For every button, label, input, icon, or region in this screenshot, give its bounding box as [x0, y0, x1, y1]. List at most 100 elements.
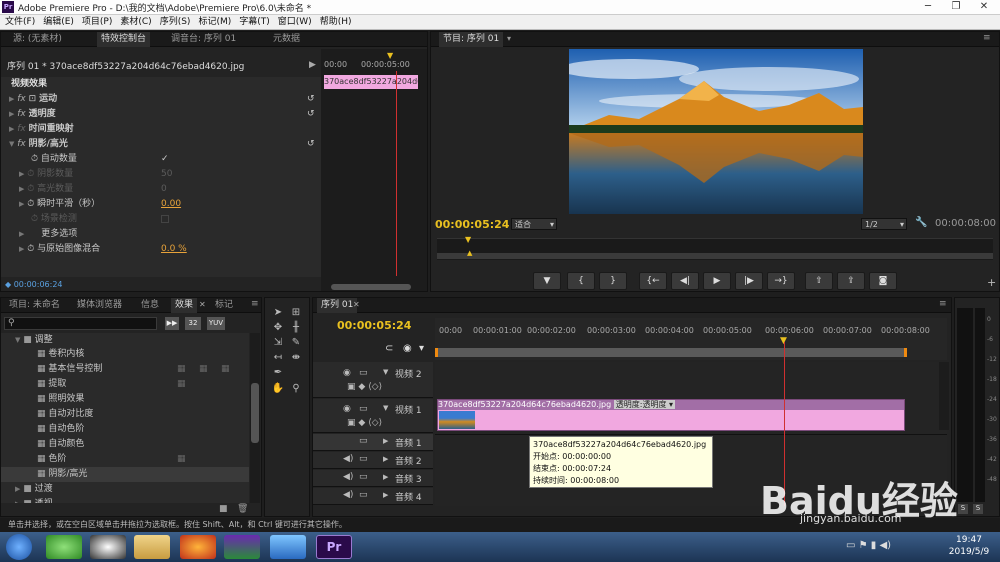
program-timecode[interactable]: 00:00:05:24	[435, 218, 509, 231]
mark-out-button[interactable]: }	[599, 272, 627, 290]
rolling-edit-tool-icon[interactable]: ╫	[289, 321, 303, 334]
tab-project[interactable]: 项目: 未命名	[5, 298, 64, 313]
delete-icon[interactable]: 🗑	[237, 504, 248, 514]
lock-icon[interactable]: ▭	[359, 404, 368, 414]
start-button-icon[interactable]	[6, 534, 32, 560]
mini-clip-block[interactable]: 370ace8df53227a204d64c76ebad4620.jpg	[324, 75, 418, 89]
list-item[interactable]: ▦ 提取 ▦	[37, 377, 249, 392]
zoom-bar[interactable]	[437, 253, 993, 259]
speaker-icon[interactable]: ◀)	[343, 454, 353, 464]
speaker-icon[interactable]: ◀)	[343, 490, 353, 500]
selection-tool-icon[interactable]: ➤	[271, 306, 285, 319]
wrench-icon[interactable]: 🔧	[915, 217, 927, 228]
list-item[interactable]: ▦ 自动颜色	[37, 437, 84, 452]
expand-icon[interactable]: ▶	[383, 455, 388, 463]
stopwatch-icon[interactable]: ⏱	[31, 154, 38, 164]
list-item[interactable]: ▦ 卷积内核	[37, 347, 84, 362]
extract-button[interactable]: ⇪	[837, 272, 865, 290]
scrollbar-thumb[interactable]	[251, 383, 259, 443]
list-item[interactable]: ▦ 基本信号控制 ▦ ▦ ▦	[37, 362, 249, 377]
32bit-badge[interactable]: 32	[185, 317, 201, 330]
lock-icon[interactable]: ▭	[359, 368, 368, 378]
play-only-icon[interactable]: ▶	[309, 60, 316, 70]
solo-right-button[interactable]: S	[973, 504, 983, 514]
tab-audio-mixer[interactable]: 调音台: 序列 01	[167, 32, 240, 47]
lock-icon[interactable]: ▭	[359, 436, 368, 446]
reset-icon[interactable]: ↺	[307, 107, 315, 122]
tab-source[interactable]: 源: (无素材)	[9, 32, 66, 47]
program-scrubber[interactable]: ▼ ▲	[437, 235, 993, 260]
panel-menu-icon[interactable]: ≡	[983, 33, 991, 43]
list-item[interactable]: ▦ 自动对比度	[37, 407, 93, 422]
lock-icon[interactable]: ▭	[359, 454, 368, 464]
snap-icon[interactable]: ⊂	[385, 343, 393, 354]
expand-icon[interactable]: ▼	[383, 368, 388, 376]
effect-row-time-remap[interactable]: ▶ fx 时间重映射	[9, 122, 321, 137]
keyframe-icon[interactable]: ▣ ◆ ⟨◇⟩	[347, 382, 382, 392]
media-app-icon[interactable]	[224, 535, 260, 559]
list-item[interactable]: ▦ 色阶 ▦	[37, 452, 249, 467]
effects-scrollbar[interactable]	[250, 333, 260, 503]
step-back-button[interactable]: ◀|	[671, 272, 699, 290]
window-app-icon[interactable]	[270, 535, 306, 559]
firefox-icon[interactable]	[180, 535, 216, 559]
slide-tool-icon[interactable]: ⇼	[289, 351, 303, 364]
effect-row-shadow-highlight[interactable]: ▼ fx 阴影/高光 ↺	[9, 137, 321, 152]
premiere-taskbar-icon[interactable]: Pr	[316, 535, 352, 559]
tab-sequence-01[interactable]: 序列 01	[317, 298, 358, 313]
keyframe-icon[interactable]: ▣ ◆ ⟨◇⟩	[347, 418, 382, 428]
expand-icon[interactable]: ▶	[383, 473, 388, 481]
add-button-icon[interactable]: +	[987, 276, 996, 289]
menu-project[interactable]: 项目(P)	[77, 15, 115, 29]
expand-icon[interactable]: ▶	[383, 491, 388, 499]
expand-icon[interactable]: ▶	[383, 437, 388, 445]
menu-sequence[interactable]: 序列(S)	[155, 15, 194, 29]
menu-title[interactable]: 字幕(T)	[234, 15, 273, 29]
tab-metadata[interactable]: 元数据	[269, 32, 304, 47]
lift-button[interactable]: ⇧	[805, 272, 833, 290]
timeline-timecode[interactable]: 00:00:05:24	[337, 319, 411, 332]
mark-in-button[interactable]: {	[567, 272, 595, 290]
playhead-marker-icon[interactable]: ▼	[387, 51, 393, 60]
param-blend-original[interactable]: ▶ ⏱ 与原始图像混合	[19, 242, 100, 257]
go-to-out-button[interactable]: →}	[767, 272, 795, 290]
rate-stretch-tool-icon[interactable]: ⇲	[271, 336, 285, 349]
slip-tool-icon[interactable]: ↤	[271, 351, 285, 364]
chevron-down-icon[interactable]: ▾	[507, 34, 511, 43]
lock-icon[interactable]: ▭	[359, 472, 368, 482]
minimize-icon[interactable]: ─	[914, 0, 942, 14]
time-ruler[interactable]: 00:00 00:00:01:00 00:00:02:00 00:00:03:0…	[435, 318, 947, 360]
expand-icon[interactable]: ▼	[383, 404, 388, 412]
menu-marker[interactable]: 标记(M)	[193, 15, 234, 29]
folder-perspective[interactable]: ▶ ■ 透视	[15, 497, 53, 503]
effects-search-input[interactable]: ⚲	[4, 317, 157, 330]
menu-window[interactable]: 窗口(W)	[273, 15, 315, 29]
menu-clip[interactable]: 素材(C)	[115, 15, 154, 29]
track-select-tool-icon[interactable]: ⊞	[289, 306, 303, 319]
auto-amount-checkbox[interactable]: ✓	[161, 152, 169, 167]
video-scrollbar[interactable]	[939, 362, 949, 430]
close-icon[interactable]: ✕	[970, 0, 998, 14]
clip-effect-dropdown[interactable]: 透明度:透明度 ▾	[613, 400, 676, 409]
tab-markers[interactable]: 标记	[211, 298, 237, 313]
param-auto-amount[interactable]: ⏱ 自动数量	[31, 152, 77, 167]
fit-dropdown[interactable]: 适合 ▾	[511, 218, 557, 230]
param-temporal-smoothing[interactable]: ▶ ⏱ 瞬时平滑（秒）	[19, 197, 100, 212]
yuv-badge[interactable]: YUV	[207, 317, 225, 330]
track-header-audio-2[interactable]: ◀) ▭ ▶ 音频 2	[313, 452, 433, 469]
hand-tool-icon[interactable]: ✋	[271, 382, 285, 395]
effect-row-motion[interactable]: ▶ fx ⊡ 运动 ↺	[9, 92, 321, 107]
tab-program[interactable]: 节目: 序列 01	[439, 32, 504, 47]
file-explorer-icon[interactable]	[134, 535, 170, 559]
stopwatch-icon[interactable]: ⏱	[27, 244, 34, 254]
ripple-edit-tool-icon[interactable]: ✥	[271, 321, 285, 334]
play-button[interactable]: ▶	[703, 272, 731, 290]
reset-icon[interactable]: ↺	[307, 137, 315, 152]
add-marker-button[interactable]: ▼	[533, 272, 561, 290]
accelerated-effects-icon[interactable]: ▶▶	[165, 317, 179, 330]
menu-edit[interactable]: 编辑(E)	[38, 15, 77, 29]
track-header-audio-1[interactable]: ▭ ▶ 音频 1	[313, 434, 433, 451]
track-header-audio-4[interactable]: ◀) ▭ ▶ 音频 4	[313, 488, 433, 505]
panel-menu-icon[interactable]: ≡	[939, 299, 947, 309]
tab-media-browser[interactable]: 媒体浏览器	[73, 298, 126, 313]
